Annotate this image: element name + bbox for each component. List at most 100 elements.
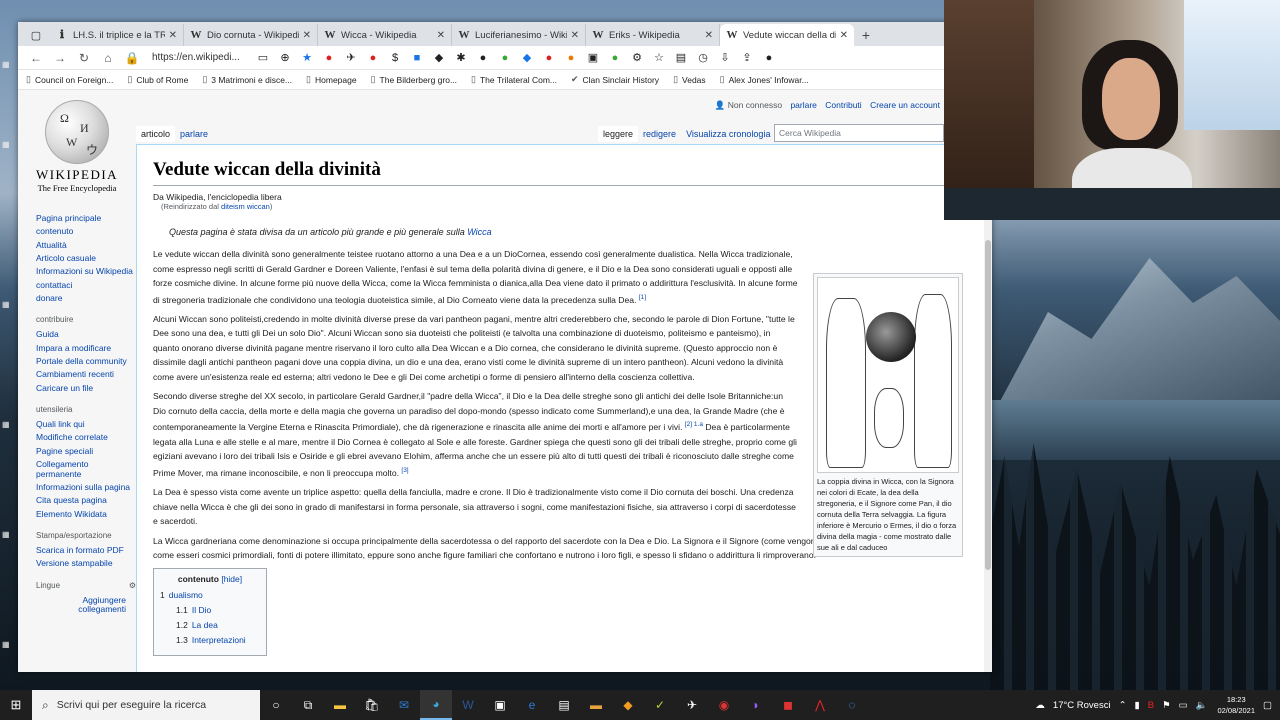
extension-icon[interactable]: ● xyxy=(560,52,582,64)
acrobat-icon[interactable]: ⋀ xyxy=(804,698,836,712)
thumbnail-image[interactable] xyxy=(817,277,959,473)
bookmark-item[interactable]: ▯ The Bilderberg gro... xyxy=(371,74,457,85)
toc-hide-link[interactable]: [hide] xyxy=(221,574,242,584)
weather-icon[interactable]: ☁ xyxy=(1035,700,1045,711)
extension-icon[interactable]: $ xyxy=(384,52,406,64)
reference[interactable]: [1] xyxy=(639,294,646,301)
browser-tab-active[interactable]: W Vedute wiccan della divi ✕ xyxy=(720,24,854,46)
refresh-icon[interactable]: ↻ xyxy=(72,51,96,65)
desktop-icon[interactable]: ▦ xyxy=(2,300,18,314)
extension-icon[interactable]: ⚙ xyxy=(626,51,648,64)
app-icon[interactable]: ▣ xyxy=(484,698,516,712)
new-tab-button[interactable]: + xyxy=(854,24,878,46)
toc-item[interactable]: 1 dualismo xyxy=(160,590,260,600)
contributions-link[interactable]: Contributi xyxy=(825,100,861,110)
redirect-link[interactable]: diteism wiccan xyxy=(221,202,270,211)
extension-icon[interactable]: ● xyxy=(494,52,516,64)
home-icon[interactable]: ⌂ xyxy=(96,51,120,65)
extension-icon[interactable]: ▣ xyxy=(582,51,604,64)
tab-actions-icon[interactable]: ▢ xyxy=(22,24,50,46)
desktop-icon[interactable]: ▦ xyxy=(2,60,18,74)
user-talk-link[interactable]: parlare xyxy=(790,100,816,110)
tab-close-icon[interactable]: ✕ xyxy=(571,30,579,41)
app-icon[interactable]: ✓ xyxy=(644,698,676,712)
tab-close-icon[interactable]: ✕ xyxy=(169,30,177,41)
extension-icon[interactable]: ● xyxy=(538,52,560,64)
extension-icon[interactable]: ● xyxy=(362,52,384,64)
sidebar-item[interactable]: Versione stampabile xyxy=(36,558,136,568)
gear-icon[interactable]: ⚙ xyxy=(129,581,136,590)
bookmark-item[interactable]: ▯ Club of Rome xyxy=(127,74,188,85)
desktop-icon[interactable]: ▦ xyxy=(2,640,18,654)
address-bar[interactable]: https://en.wikipedi... xyxy=(152,52,252,63)
collections-icon[interactable]: ▤ xyxy=(670,51,692,64)
sidebar-item[interactable]: Cambiamenti recenti xyxy=(36,370,136,380)
extension-icon[interactable]: ◆ xyxy=(516,51,538,64)
sidebar-item[interactable]: Modifiche correlate xyxy=(36,433,136,443)
bookmark-item[interactable]: ✔ Clan Sinclair History xyxy=(571,74,659,85)
extension-icon[interactable]: ✈ xyxy=(340,51,362,64)
browser-tab[interactable]: W Dio cornuta - Wikipedia ✕ xyxy=(184,24,318,46)
sidebar-item[interactable]: Collegamento permanente xyxy=(36,460,136,479)
task-view-icon[interactable]: ⧉ xyxy=(292,698,324,713)
tray-icon[interactable]: B xyxy=(1148,700,1154,711)
bookmark-star-icon[interactable]: ★ xyxy=(296,51,318,64)
app-icon[interactable]: ◌ xyxy=(836,698,868,712)
clock[interactable]: 18:23 02/08/2021 xyxy=(1217,694,1255,716)
history-icon[interactable]: ◷ xyxy=(692,51,714,64)
browser-tab[interactable]: W Eriks - Wikipedia ✕ xyxy=(586,24,720,46)
wikipedia-logo[interactable]: ΩИWウ WIKIPEDIA The Free Encyclopedia xyxy=(32,100,122,193)
reference[interactable]: [3] xyxy=(401,467,408,474)
favorites-icon[interactable]: ☆ xyxy=(648,51,670,64)
word-icon[interactable]: W xyxy=(452,698,484,712)
sidebar-item[interactable]: Articolo casuale xyxy=(36,253,136,263)
desktop-icon[interactable]: ▦ xyxy=(2,420,18,434)
sidebar-item[interactable]: Pagine speciali xyxy=(36,446,136,456)
lock-icon[interactable]: 🔒 xyxy=(120,51,144,65)
wicca-link[interactable]: Wicca xyxy=(467,227,491,237)
bookmark-item[interactable]: ▯ Alex Jones' Infowar... xyxy=(720,74,809,85)
extension-icon[interactable]: ● xyxy=(318,52,340,64)
tray-icon[interactable]: ⚑ xyxy=(1162,700,1171,711)
bookmark-item[interactable]: ▯ Homepage xyxy=(306,74,357,85)
bookmark-item[interactable]: ▯ Vedas xyxy=(673,74,706,85)
store-icon[interactable]: 🛍 xyxy=(356,698,388,712)
sidebar-item[interactable]: Pagina principale xyxy=(36,213,136,223)
browser-tab[interactable]: W Wicca - Wikipedia ✕ xyxy=(318,24,452,46)
extension-icon[interactable]: ◆ xyxy=(428,51,450,64)
folder-icon[interactable]: ▬ xyxy=(580,698,612,712)
cortana-icon[interactable]: ○ xyxy=(260,698,292,712)
edge-icon[interactable]: ◕ xyxy=(420,690,452,720)
downloads-icon[interactable]: ⇩ xyxy=(714,51,736,64)
tab-history[interactable]: Visualizza cronologia xyxy=(681,126,775,142)
reference[interactable]: [2] 1.a xyxy=(685,421,703,428)
reader-icon[interactable]: ▭ xyxy=(252,51,274,64)
extension-icon[interactable]: ● xyxy=(472,52,494,64)
tab-close-icon[interactable]: ✕ xyxy=(437,30,445,41)
tab-close-icon[interactable]: ✕ xyxy=(840,30,848,41)
back-icon[interactable]: ← xyxy=(24,51,48,65)
sidebar-item[interactable]: Guida xyxy=(36,330,136,340)
profile-icon[interactable]: ● xyxy=(758,52,780,64)
create-account-link[interactable]: Creare un account xyxy=(870,100,940,110)
toc-item[interactable]: 1.3 Interpretazioni xyxy=(176,635,260,645)
tab-close-icon[interactable]: ✕ xyxy=(303,30,311,41)
tab-close-icon[interactable]: ✕ xyxy=(705,30,713,41)
app-icon[interactable]: ◗ xyxy=(740,698,772,712)
extension-icon[interactable]: ● xyxy=(604,52,626,64)
sidebar-item[interactable]: Elemento Wikidata xyxy=(36,509,136,519)
sidebar-item[interactable]: contenuto xyxy=(36,226,136,236)
sidebar-item[interactable]: Quali link qui xyxy=(36,419,136,429)
windows-start-icon[interactable]: ⊞ xyxy=(0,697,32,713)
browser-tab[interactable]: W Luciferianesimo - Wikipe ✕ xyxy=(452,24,586,46)
wiki-search-input[interactable]: Cerca Wikipedia xyxy=(774,124,944,142)
add-links-link[interactable]: Aggiungere collegamenti xyxy=(36,595,136,615)
tab-talk[interactable]: parlare xyxy=(175,126,213,142)
app-icon[interactable]: ◼ xyxy=(772,698,804,712)
mail-icon[interactable]: ✉ xyxy=(388,698,420,712)
app-icon[interactable]: ✈ xyxy=(676,698,708,712)
extension-icon[interactable]: ■ xyxy=(406,52,428,64)
forward-icon[interactable]: → xyxy=(48,51,72,65)
ie-icon[interactable]: e xyxy=(516,698,548,712)
browser-tab[interactable]: ℹ LH.S. il triplice e la TRIAD ✕ xyxy=(50,24,184,46)
